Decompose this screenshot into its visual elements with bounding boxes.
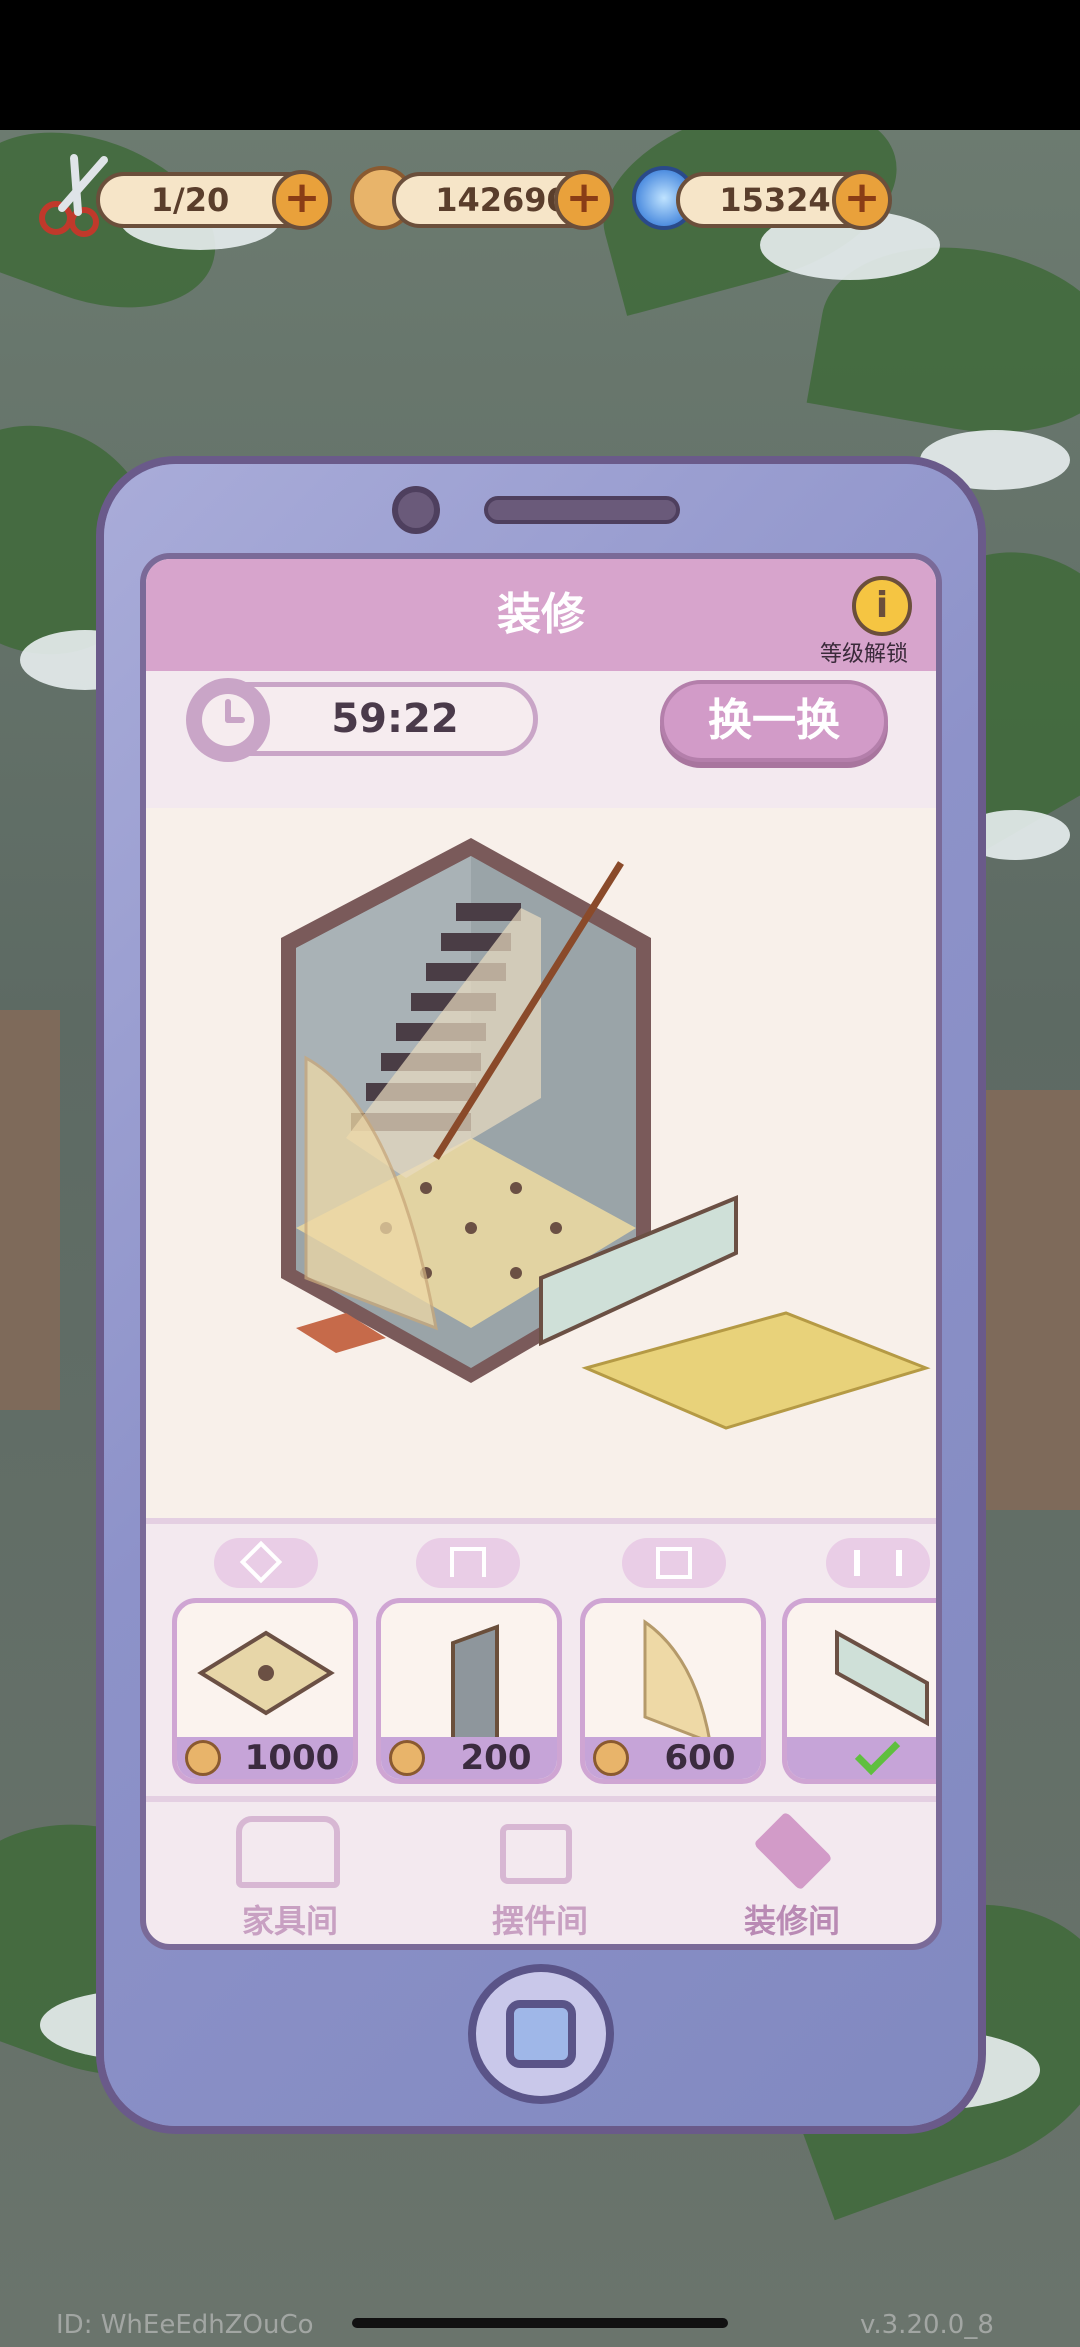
- scissors-count: 1/20: [150, 181, 230, 219]
- item-card-wall-panel[interactable]: 200: [376, 1598, 562, 1784]
- home-button[interactable]: [468, 1964, 614, 2104]
- version-text: v.3.20.0_8: [860, 2310, 994, 2340]
- floor-tile-icon: [239, 1540, 283, 1584]
- add-gems-button[interactable]: +: [832, 170, 892, 230]
- divider: [146, 1518, 936, 1524]
- phone-camera: [392, 486, 440, 534]
- gem-count: 15324: [719, 181, 831, 219]
- wall-panel-icon: [450, 1547, 486, 1577]
- nav-tab-decor[interactable]: 摆件间: [430, 1810, 650, 1950]
- level-unlock-label: 等级解锁: [819, 642, 908, 667]
- category-railing-tab[interactable]: [826, 1538, 930, 1588]
- railing-icon: [854, 1550, 902, 1576]
- window-icon: [656, 1547, 692, 1579]
- nav-tab-furniture[interactable]: 家具间: [180, 1810, 400, 1950]
- nav-label: 家具间: [241, 1902, 338, 1940]
- info-icon[interactable]: i: [852, 576, 912, 636]
- category-wall-tab[interactable]: [416, 1538, 520, 1588]
- floor-tile-icon: [753, 1811, 833, 1891]
- cup-icon: [500, 1824, 572, 1884]
- clock-icon: [186, 678, 270, 762]
- nav-tab-renovation[interactable]: 装修间: [682, 1810, 902, 1950]
- add-coins-button[interactable]: +: [554, 170, 614, 230]
- owned-checkmark-icon: [854, 1729, 901, 1776]
- home-indicator[interactable]: [352, 2318, 728, 2328]
- item-price: 200: [460, 1738, 532, 1778]
- coin-icon: [389, 1740, 425, 1776]
- home-square-icon: [506, 2000, 576, 2068]
- item-price: 1000: [244, 1738, 340, 1778]
- category-window-tab[interactable]: [622, 1538, 726, 1588]
- bottom-nav-divider: [146, 1796, 936, 1802]
- timer-text: 59:22: [331, 696, 459, 742]
- item-card-glass-railing[interactable]: [782, 1598, 936, 1784]
- phone-speaker: [484, 496, 680, 524]
- add-scissors-button[interactable]: +: [272, 170, 332, 230]
- coin-icon: [185, 1740, 221, 1776]
- nav-label: 摆件间: [491, 1902, 588, 1940]
- item-card-glass-door[interactable]: 600: [580, 1598, 766, 1784]
- refresh-button[interactable]: 换一换: [660, 680, 888, 762]
- room-preview: [146, 808, 936, 1518]
- refresh-button-label: 换一换: [708, 695, 840, 746]
- sofa-icon: [236, 1816, 340, 1888]
- coin-icon: [593, 1740, 629, 1776]
- category-floor-tab[interactable]: [214, 1538, 318, 1588]
- item-card-floor-tile[interactable]: 1000: [172, 1598, 358, 1784]
- item-price: 600: [664, 1738, 736, 1778]
- nav-label: 装修间: [743, 1902, 840, 1940]
